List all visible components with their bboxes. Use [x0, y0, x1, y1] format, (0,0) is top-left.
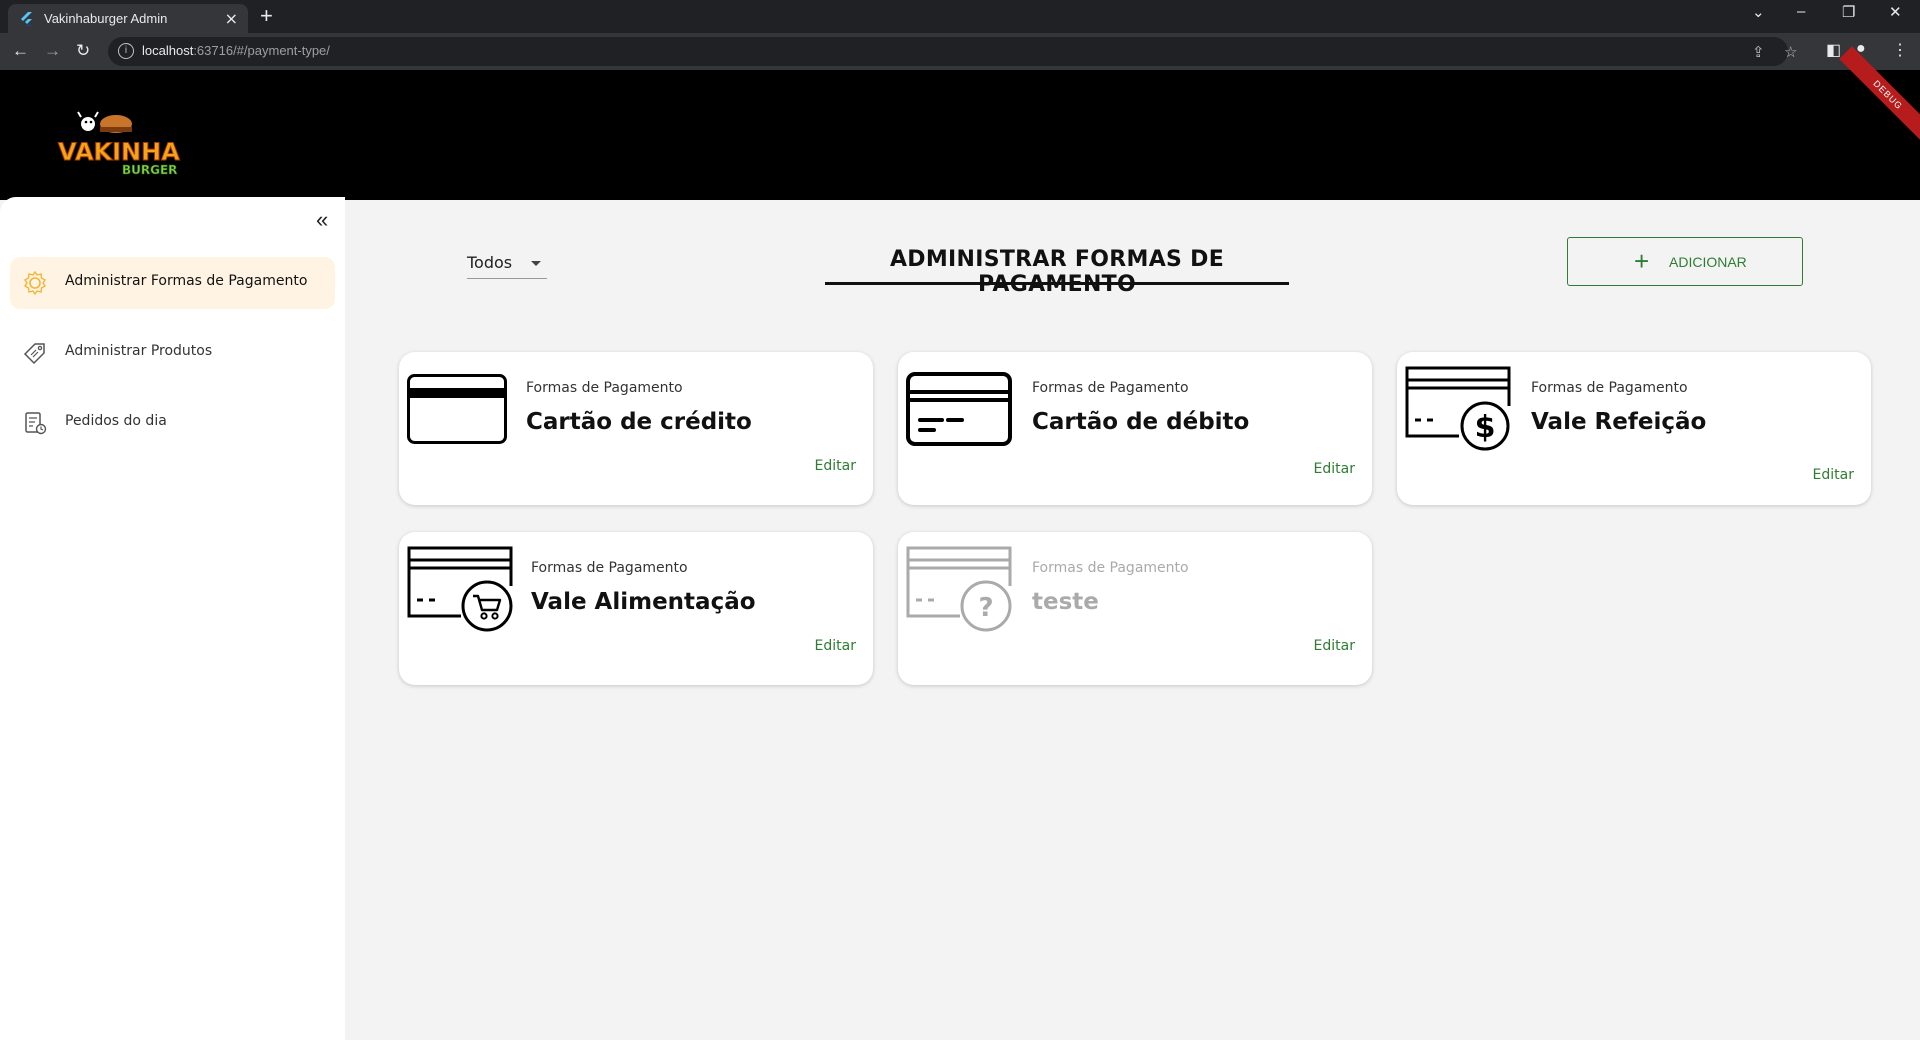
edit-link[interactable]: Editar	[1314, 461, 1355, 477]
share-icon[interactable]: ⇪	[1752, 43, 1765, 61]
side-panel-icon[interactable]: ◧	[1826, 40, 1841, 60]
reload-icon[interactable]: ↻	[76, 41, 90, 61]
sidebar-item-orders[interactable]: Pedidos do dia	[10, 397, 335, 449]
url-text: localhost:63716/#/payment-type/	[142, 43, 330, 58]
new-tab-icon[interactable]: +	[260, 3, 273, 29]
vakinha-burger-logo: VAKINHA BURGER	[58, 111, 181, 177]
filter-value: Todos	[467, 253, 513, 272]
card-title: Vale Refeição	[1531, 409, 1707, 435]
sidebar: « Administrar Formas de Pagamento Admini…	[0, 197, 345, 1040]
bookmark-star-icon[interactable]: ☆	[1784, 43, 1797, 61]
browser-menu-icon[interactable]: ⋮	[1892, 40, 1908, 60]
sidebar-item-payment-types[interactable]: Administrar Formas de Pagamento	[10, 257, 335, 309]
address-bar[interactable]: i localhost:63716/#/payment-type/ ⇪ ☆	[108, 37, 1797, 66]
sidebar-item-products[interactable]: Administrar Produtos	[10, 327, 335, 379]
card-title: Cartão de débito	[1032, 409, 1250, 435]
card-subtitle: Formas de Pagamento	[1032, 560, 1189, 576]
svg-text:$: $	[1475, 410, 1496, 445]
credit-card-icon	[407, 374, 507, 444]
edit-link[interactable]: Editar	[815, 638, 856, 654]
sidebar-item-label: Administrar Formas de Pagamento	[65, 273, 308, 289]
edit-link[interactable]: Editar	[1314, 638, 1355, 654]
unknown-payment-icon: ?	[906, 546, 1012, 632]
payment-type-card: Formas de Pagamento Cartão de débito Edi…	[898, 352, 1372, 505]
tag-icon	[23, 343, 45, 365]
card-title: Cartão de crédito	[526, 409, 752, 435]
plus-icon: +	[1634, 246, 1650, 276]
card-subtitle: Formas de Pagamento	[1032, 380, 1189, 396]
browser-toolbar: ← → ↻ i localhost:63716/#/payment-type/ …	[0, 33, 1920, 70]
tab-close-icon[interactable]: ×	[225, 9, 238, 28]
orders-icon	[25, 412, 47, 435]
logo-text: VAKINHA	[58, 138, 180, 166]
dropdown-arrow-icon	[531, 261, 541, 266]
gear-icon	[24, 270, 46, 296]
status-filter-dropdown[interactable]: Todos	[467, 249, 547, 279]
browser-tab-title: Vakinhaburger Admin	[44, 11, 168, 26]
edit-link[interactable]: Editar	[1813, 467, 1854, 483]
sidebar-item-label: Administrar Produtos	[65, 343, 213, 359]
debit-card-icon	[906, 372, 1012, 446]
restore-icon[interactable]: ❐	[1842, 3, 1855, 21]
card-title: Vale Alimentação	[531, 589, 756, 615]
payment-type-card: Formas de Pagamento Vale Alimentação Edi…	[399, 532, 873, 685]
card-subtitle: Formas de Pagamento	[531, 560, 688, 576]
payment-type-card: $ Formas de Pagamento Vale Refeição Edit…	[1397, 352, 1871, 505]
card-subtitle: Formas de Pagamento	[526, 380, 683, 396]
add-button-label: ADICIONAR	[1669, 254, 1747, 270]
payment-type-card: ? Formas de Pagamento teste Editar	[898, 532, 1372, 685]
site-info-icon[interactable]: i	[118, 43, 134, 59]
browser-tab[interactable]: Vakinhaburger Admin ×	[8, 4, 248, 33]
tab-search-icon[interactable]: ⌄	[1752, 3, 1765, 21]
meal-voucher-icon: $	[1405, 366, 1511, 451]
collapse-sidebar-icon[interactable]: «	[316, 207, 328, 233]
svg-text:?: ?	[978, 593, 993, 623]
flutter-favicon-icon	[21, 12, 32, 26]
card-subtitle: Formas de Pagamento	[1531, 380, 1688, 396]
minimize-icon[interactable]: –	[1797, 3, 1805, 20]
logo-subtext: BURGER	[122, 163, 177, 177]
forward-icon[interactable]: →	[44, 41, 61, 61]
main-content: Todos ADMINISTRAR FORMAS DE PAGAMENTO + …	[345, 197, 1920, 1040]
food-voucher-icon	[407, 546, 513, 632]
page-title: ADMINISTRAR FORMAS DE PAGAMENTO	[825, 247, 1289, 297]
sidebar-item-label: Pedidos do dia	[65, 413, 167, 429]
card-title: teste	[1032, 589, 1099, 615]
browser-tab-strip: Vakinhaburger Admin × + ⌄ – ❐ ✕	[0, 0, 1920, 33]
edit-link[interactable]: Editar	[815, 458, 856, 474]
app-header: VAKINHA BURGER DEBUG	[0, 46, 1920, 200]
close-window-icon[interactable]: ✕	[1889, 3, 1902, 21]
add-payment-type-button[interactable]: + ADICIONAR	[1567, 237, 1803, 286]
back-icon[interactable]: ←	[12, 41, 29, 61]
payment-type-card: Formas de Pagamento Cartão de crédito Ed…	[399, 352, 873, 505]
